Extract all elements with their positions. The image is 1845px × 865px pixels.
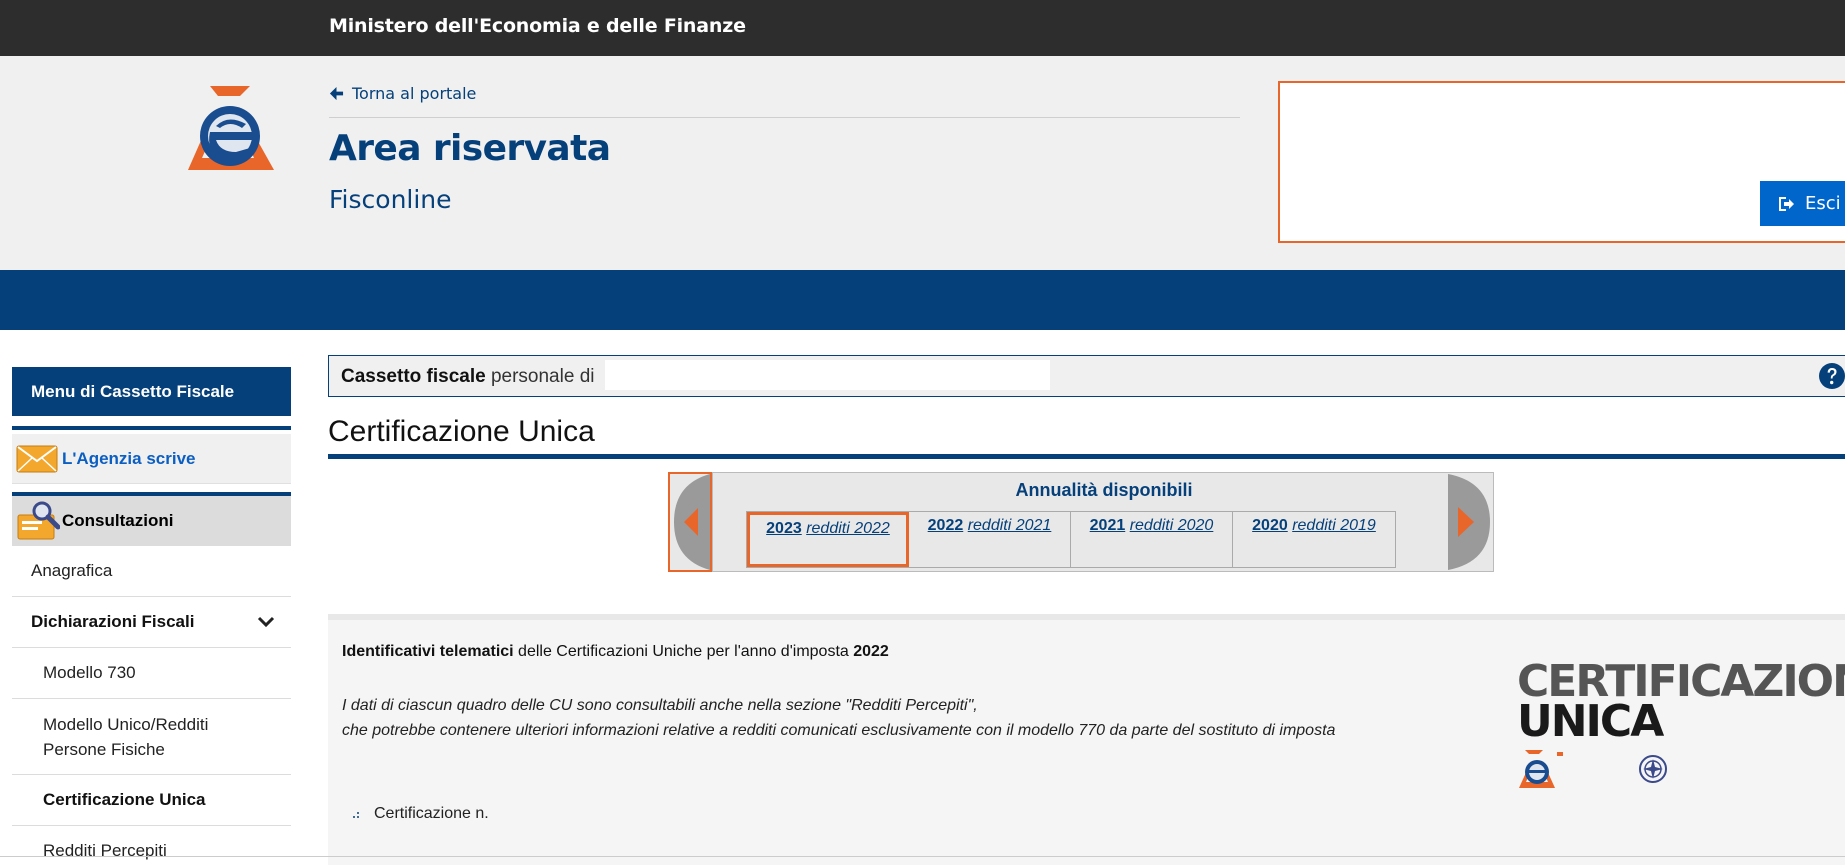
arrow-left-icon [329,86,344,101]
tab-year: 2020 [1252,517,1288,534]
next-year-button[interactable] [1448,472,1494,572]
ident-year: 2022 [853,643,889,660]
cassetto-header: Cassetto fiscale personale di [328,355,1845,397]
ministry-title: Ministero dell'Economia e delle Finanze [329,15,746,37]
logout-label: Esci [1805,193,1841,214]
page-title: Certificazione Unica [328,415,595,448]
sidebar-item-label: Modello 730 [43,663,136,682]
tab-year-label: redditi 2020 [1129,517,1214,534]
taxpayer-name-box [605,360,1050,390]
sidebar-divider [12,426,291,430]
arrow-right-icon [1448,474,1490,570]
page-root: Ministero dell'Economia e delle Finanze … [0,0,1845,865]
sidebar-item-label: Dichiarazioni Fiscali [31,612,195,631]
envelope-icon [16,445,58,472]
header-divider [329,117,1240,118]
tab-year: 2021 [1089,517,1126,534]
sidebar: Menu di Cassetto Fiscale L'Agenzia scriv… [12,367,291,865]
sidebar-item-label: Anagrafica [31,561,113,580]
certificazione-unica-logo: CERTIFICAZIONE UNICA [1517,660,1845,790]
agenzia-entrate-logo[interactable] [180,80,276,176]
ident-mid: delle Certificazioni Uniche per l'anno d… [513,643,854,660]
cu-logo-line2: UNICA [1517,696,1664,747]
note-line: I dati di ciascun quadro delle CU sono c… [342,697,978,714]
top-bar: Ministero dell'Economia e delle Finanze [0,0,1845,56]
back-to-portal-link[interactable]: Torna al portale [329,84,476,103]
sidebar-item-agenzia-scrive[interactable]: L'Agenzia scrive [12,434,291,484]
agenzia-entrate-small-logo [1519,750,1667,788]
cassetto-text: Cassetto fiscale personale di [341,366,594,388]
page-heading: Area riservata [329,128,611,169]
consultazioni-label: Consultazioni [62,511,174,530]
nav-bar [0,270,1845,330]
year-tabs: 2023 redditi 2022 2022 redditi 2021 2021… [746,511,1396,568]
bullet-icon [353,812,359,818]
search-folder-icon [17,501,60,540]
tab-year-2023[interactable]: 2023 redditi 2022 [747,512,909,567]
sidebar-item-label: Certificazione Unica [43,790,206,809]
sidebar-title: Menu di Cassetto Fiscale [12,367,291,416]
sidebar-item-label: Redditi Percepiti [43,841,167,860]
header: Torna al portale Area riservata Fisconli… [0,56,1845,270]
sidebar-item-modello-unico[interactable]: Modello Unico/Redditi Persone Fisiche [12,699,291,775]
tab-year: 2023 [766,520,802,537]
sidebar-item-anagrafica[interactable]: Anagrafica [12,546,291,597]
identificativi-text: Identificativi telematici delle Certific… [342,643,889,661]
logout-icon [1779,196,1794,211]
tab-year-2020[interactable]: 2020 redditi 2019 [1233,512,1395,567]
back-link-label: Torna al portale [352,84,477,103]
certificazione-item[interactable]: Certificazione n. [374,805,489,823]
cu-note: I dati di ciascun quadro delle CU sono c… [342,693,1335,743]
annualita-title: Annualità disponibili [1015,480,1193,500]
tab-year-label: redditi 2019 [1292,517,1376,534]
chevron-down-icon [257,616,275,628]
note-line: che potrebbe contenere ulteriori informa… [342,722,1336,739]
page-bottom-border [0,856,1845,857]
logout-button[interactable]: Esci [1760,181,1845,226]
title-divider [328,454,1845,459]
sidebar-item-dichiarazioni-fiscali[interactable]: Dichiarazioni Fiscali [12,597,291,648]
page-subheading: Fisconline [329,185,452,214]
ident-bold: Identificativi telematici [342,643,514,660]
tab-year-label: redditi 2021 [967,517,1052,534]
tab-year: 2022 [927,517,964,534]
sidebar-item-consultazioni[interactable]: Consultazioni [12,496,291,546]
cassetto-bold: Cassetto fiscale [341,366,486,387]
sidebar-item-modello-730[interactable]: Modello 730 [12,648,291,699]
prev-year-button[interactable] [668,472,712,572]
cassetto-rest: personale di [485,366,595,387]
agenzia-scrive-label: L'Agenzia scrive [62,448,196,468]
sidebar-item-label: Modello Unico/Redditi Persone Fisiche [43,714,209,759]
sidebar-item-redditi-percepiti[interactable]: Redditi Percepiti [12,826,291,865]
tab-year-2021[interactable]: 2021 redditi 2020 [1071,512,1233,567]
sidebar-item-certificazione-unica[interactable]: Certificazione Unica [12,775,291,826]
tab-year-2022[interactable]: 2022 redditi 2021 [909,512,1071,567]
tab-year-label: redditi 2022 [806,520,890,537]
arrow-left-icon [674,474,710,570]
help-icon[interactable] [1818,362,1845,390]
